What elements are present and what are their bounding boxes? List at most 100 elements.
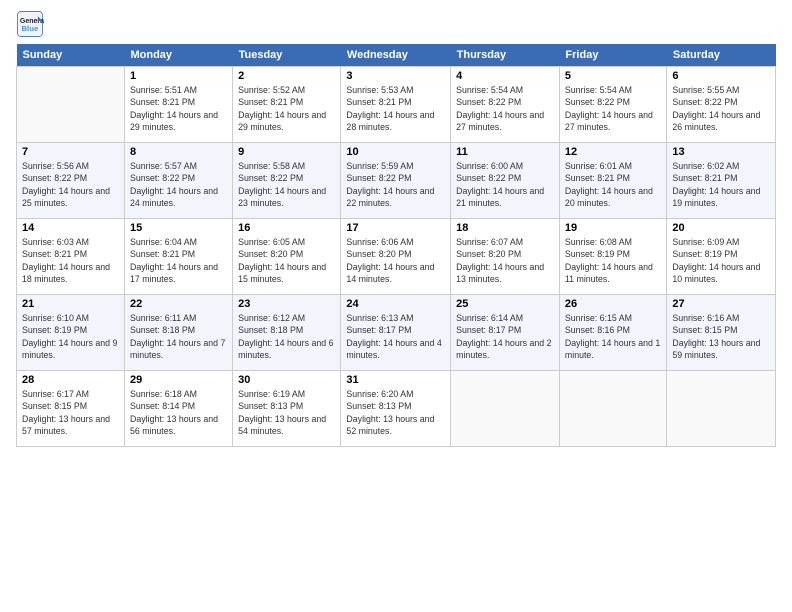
day-info: Sunrise: 6:05 AMSunset: 8:20 PMDaylight:… (238, 236, 335, 285)
calendar-cell: 14 Sunrise: 6:03 AMSunset: 8:21 PMDayligh… (17, 219, 125, 295)
calendar-cell: 24 Sunrise: 6:13 AMSunset: 8:17 PMDayligh… (341, 295, 451, 371)
day-number: 28 (22, 374, 119, 386)
calendar-cell: 16 Sunrise: 6:05 AMSunset: 8:20 PMDayligh… (233, 219, 341, 295)
day-number: 2 (238, 70, 335, 82)
calendar-cell: 15 Sunrise: 6:04 AMSunset: 8:21 PMDayligh… (124, 219, 232, 295)
day-number: 16 (238, 222, 335, 234)
day-info: Sunrise: 6:04 AMSunset: 8:21 PMDaylight:… (130, 236, 227, 285)
day-number: 5 (565, 70, 661, 82)
calendar-cell: 5 Sunrise: 5:54 AMSunset: 8:22 PMDaylight… (559, 67, 666, 143)
calendar-week-row: 21Sunrise: 6:10 AMSunset: 8:19 PMDayligh… (17, 295, 776, 371)
day-info: Sunrise: 6:00 AMSunset: 8:22 PMDaylight:… (456, 160, 554, 209)
calendar-cell: 8 Sunrise: 5:57 AMSunset: 8:22 PMDaylight… (124, 143, 232, 219)
day-info: Sunrise: 5:55 AMSunset: 8:22 PMDaylight:… (672, 84, 770, 133)
calendar-cell: 3 Sunrise: 5:53 AMSunset: 8:21 PMDaylight… (341, 67, 451, 143)
calendar-cell: 13Sunrise: 6:02 AMSunset: 8:21 PMDayligh… (667, 143, 776, 219)
calendar-cell: 7 Sunrise: 5:56 AMSunset: 8:22 PMDaylight… (17, 143, 125, 219)
calendar-week-row: 7 Sunrise: 5:56 AMSunset: 8:22 PMDaylight… (17, 143, 776, 219)
day-number: 20 (672, 222, 770, 234)
calendar-cell: 22 Sunrise: 6:11 AMSunset: 8:18 PMDayligh… (124, 295, 232, 371)
day-number: 23 (238, 298, 335, 310)
calendar-cell: 2 Sunrise: 5:52 AMSunset: 8:21 PMDaylight… (233, 67, 341, 143)
weekday-header: Tuesday (233, 44, 341, 67)
day-info: Sunrise: 6:14 AMSunset: 8:17 PMDaylight:… (456, 312, 554, 361)
day-number: 12 (565, 146, 661, 158)
calendar-cell: 10 Sunrise: 5:59 AMSunset: 8:22 PMDayligh… (341, 143, 451, 219)
day-info: Sunrise: 6:18 AMSunset: 8:14 PMDaylight:… (130, 388, 227, 437)
weekday-header: Monday (124, 44, 232, 67)
day-number: 25 (456, 298, 554, 310)
day-info: Sunrise: 6:20 AMSunset: 8:13 PMDaylight:… (346, 388, 445, 437)
calendar-cell: 26 Sunrise: 6:15 AMSunset: 8:16 PMDayligh… (559, 295, 666, 371)
day-number: 10 (346, 146, 445, 158)
day-number: 22 (130, 298, 227, 310)
day-number: 17 (346, 222, 445, 234)
day-info: Sunrise: 5:56 AMSunset: 8:22 PMDaylight:… (22, 160, 119, 209)
day-info: Sunrise: 6:01 AMSunset: 8:21 PMDaylight:… (565, 160, 661, 209)
day-number: 8 (130, 146, 227, 158)
calendar-cell: 9Sunrise: 5:58 AMSunset: 8:22 PMDaylight… (233, 143, 341, 219)
day-number: 24 (346, 298, 445, 310)
calendar-cell: 21Sunrise: 6:10 AMSunset: 8:19 PMDayligh… (17, 295, 125, 371)
day-info: Sunrise: 5:51 AMSunset: 8:21 PMDaylight:… (130, 84, 227, 133)
day-info: Sunrise: 5:57 AMSunset: 8:22 PMDaylight:… (130, 160, 227, 209)
day-info: Sunrise: 6:03 AMSunset: 8:21 PMDaylight:… (22, 236, 119, 285)
day-info: Sunrise: 6:15 AMSunset: 8:16 PMDaylight:… (565, 312, 661, 361)
day-number: 14 (22, 222, 119, 234)
day-info: Sunrise: 5:59 AMSunset: 8:22 PMDaylight:… (346, 160, 445, 209)
header: General Blue (16, 10, 776, 38)
calendar-week-row: 14 Sunrise: 6:03 AMSunset: 8:21 PMDayligh… (17, 219, 776, 295)
day-info: Sunrise: 5:54 AMSunset: 8:22 PMDaylight:… (565, 84, 661, 133)
day-number: 11 (456, 146, 554, 158)
calendar-cell (559, 371, 666, 447)
calendar-cell (17, 67, 125, 143)
day-info: Sunrise: 6:13 AMSunset: 8:17 PMDaylight:… (346, 312, 445, 361)
day-number: 7 (22, 146, 119, 158)
calendar-cell: 11 Sunrise: 6:00 AMSunset: 8:22 PMDayligh… (451, 143, 560, 219)
day-number: 30 (238, 374, 335, 386)
day-info: Sunrise: 6:10 AMSunset: 8:19 PMDaylight:… (22, 312, 119, 361)
calendar-header-row: SundayMondayTuesdayWednesdayThursdayFrid… (17, 44, 776, 67)
calendar-cell: 31 Sunrise: 6:20 AMSunset: 8:13 PMDayligh… (341, 371, 451, 447)
weekday-header: Sunday (17, 44, 125, 67)
day-number: 29 (130, 374, 227, 386)
day-info: Sunrise: 6:12 AMSunset: 8:18 PMDaylight:… (238, 312, 335, 361)
calendar-cell: 18Sunrise: 6:07 AMSunset: 8:20 PMDayligh… (451, 219, 560, 295)
day-number: 4 (456, 70, 554, 82)
day-info: Sunrise: 6:08 AMSunset: 8:19 PMDaylight:… (565, 236, 661, 285)
day-number: 6 (672, 70, 770, 82)
day-info: Sunrise: 6:19 AMSunset: 8:13 PMDaylight:… (238, 388, 335, 437)
calendar-cell: 1Sunrise: 5:51 AMSunset: 8:21 PMDaylight… (124, 67, 232, 143)
day-info: Sunrise: 6:11 AMSunset: 8:18 PMDaylight:… (130, 312, 227, 361)
weekday-header: Saturday (667, 44, 776, 67)
day-number: 15 (130, 222, 227, 234)
calendar-cell: 23 Sunrise: 6:12 AMSunset: 8:18 PMDayligh… (233, 295, 341, 371)
day-number: 19 (565, 222, 661, 234)
calendar-week-row: 1Sunrise: 5:51 AMSunset: 8:21 PMDaylight… (17, 67, 776, 143)
day-info: Sunrise: 5:53 AMSunset: 8:21 PMDaylight:… (346, 84, 445, 133)
calendar-cell: 6 Sunrise: 5:55 AMSunset: 8:22 PMDaylight… (667, 67, 776, 143)
calendar-cell: 25 Sunrise: 6:14 AMSunset: 8:17 PMDayligh… (451, 295, 560, 371)
calendar-cell (667, 371, 776, 447)
day-number: 9 (238, 146, 335, 158)
calendar-table: SundayMondayTuesdayWednesdayThursdayFrid… (16, 44, 776, 447)
svg-text:Blue: Blue (21, 24, 39, 33)
weekday-header: Thursday (451, 44, 560, 67)
calendar-body: 1Sunrise: 5:51 AMSunset: 8:21 PMDaylight… (17, 67, 776, 447)
day-number: 26 (565, 298, 661, 310)
weekday-header: Wednesday (341, 44, 451, 67)
day-info: Sunrise: 6:16 AMSunset: 8:15 PMDaylight:… (672, 312, 770, 361)
day-info: Sunrise: 5:52 AMSunset: 8:21 PMDaylight:… (238, 84, 335, 133)
day-info: Sunrise: 6:17 AMSunset: 8:15 PMDaylight:… (22, 388, 119, 437)
day-info: Sunrise: 6:06 AMSunset: 8:20 PMDaylight:… (346, 236, 445, 285)
calendar-cell: 19 Sunrise: 6:08 AMSunset: 8:19 PMDayligh… (559, 219, 666, 295)
calendar-cell: 20Sunrise: 6:09 AMSunset: 8:19 PMDayligh… (667, 219, 776, 295)
logo: General Blue (16, 10, 48, 38)
day-number: 18 (456, 222, 554, 234)
day-number: 31 (346, 374, 445, 386)
calendar-cell: 27Sunrise: 6:16 AMSunset: 8:15 PMDayligh… (667, 295, 776, 371)
day-number: 3 (346, 70, 445, 82)
calendar-cell: 17 Sunrise: 6:06 AMSunset: 8:20 PMDayligh… (341, 219, 451, 295)
calendar-cell (451, 371, 560, 447)
calendar-cell: 29 Sunrise: 6:18 AMSunset: 8:14 PMDayligh… (124, 371, 232, 447)
